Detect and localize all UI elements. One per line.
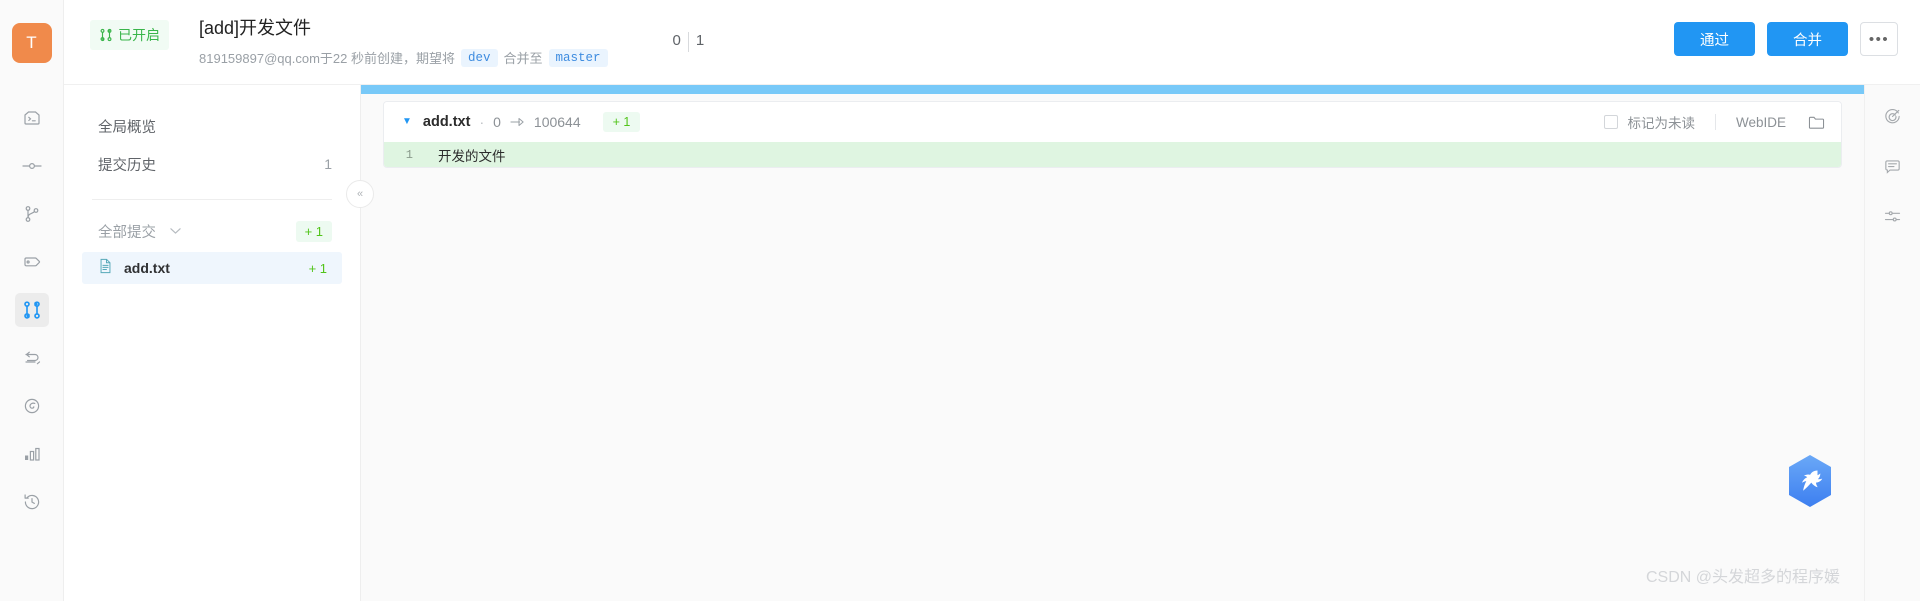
horizontal-scrollbar[interactable] xyxy=(361,85,1864,94)
release-icon xyxy=(22,396,42,416)
all-commits-label: 全部提交 xyxy=(98,224,156,241)
rail-item-statistics[interactable] xyxy=(15,437,49,471)
page-title: [add]开发文件 xyxy=(199,18,312,38)
rail-item-history[interactable] xyxy=(15,485,49,519)
compare-icon xyxy=(22,348,42,368)
right-icon-rail xyxy=(1864,85,1920,601)
hummingbird-badge-icon[interactable] xyxy=(1784,453,1836,509)
diff-additions-badge: + 1 xyxy=(602,112,641,132)
history-icon xyxy=(22,492,42,512)
status-badge-label: 已开启 xyxy=(118,27,160,43)
review-counts: 0 1 xyxy=(666,14,712,52)
webide-button[interactable]: WebIDE xyxy=(1736,115,1786,130)
diff-card: ▼ add.txt · 0 100644 + 1 标记为未读 WebIDE 1 … xyxy=(383,101,1842,168)
mark-unread-label[interactable]: 标记为未读 xyxy=(1627,112,1695,132)
diff-line-added: 1 开发的文件 xyxy=(384,142,1841,167)
commit-line-icon xyxy=(21,156,43,176)
diff-content-area: ▼ add.txt · 0 100644 + 1 标记为未读 WebIDE 1 … xyxy=(361,85,1864,601)
approve-button[interactable]: 通过 xyxy=(1674,22,1755,56)
merge-button[interactable]: 合并 xyxy=(1767,22,1848,56)
statistics-icon xyxy=(22,444,42,464)
rail-item-tags[interactable] xyxy=(15,245,49,279)
comment-icon xyxy=(1883,157,1902,181)
rail-item-comments[interactable] xyxy=(1883,157,1902,181)
icon-rail xyxy=(0,85,64,601)
pr-subtitle: 819159897@qq.com于22 秒前创建，期望将 dev 合并至 mas… xyxy=(199,48,614,67)
sidebar-item-commit-history-label: 提交历史 xyxy=(98,157,156,174)
watermark: CSDN @头发超多的程序媛 xyxy=(1645,569,1840,586)
workspace-logo-cell[interactable]: T xyxy=(0,0,64,85)
pr-sub-prefix: 819159897@qq.com于22 秒前创建，期望将 xyxy=(199,51,455,66)
sidebar-file-name: add.txt xyxy=(124,260,170,276)
merge-request-icon xyxy=(99,28,113,42)
diff-file-header: ▼ add.txt · 0 100644 + 1 标记为未读 WebIDE xyxy=(384,102,1841,142)
diff-header-divider xyxy=(1714,114,1716,130)
diff-line-number: 1 xyxy=(405,147,413,162)
terminal-icon xyxy=(22,108,42,128)
diff-mode-old: 0 xyxy=(493,114,501,130)
diff-line-text: 开发的文件 xyxy=(438,148,506,164)
sidebar-file-item[interactable]: add.txt + 1 xyxy=(82,252,342,284)
body-row: 全局概览 提交历史 1 全部提交 + 1 add.txt + 1 « ▼ add… xyxy=(0,85,1920,601)
tag-icon xyxy=(22,252,42,272)
file-text-icon xyxy=(98,258,113,279)
chevron-down-icon[interactable] xyxy=(170,223,181,239)
sidebar-item-commit-history[interactable]: 提交历史 1 xyxy=(64,145,360,183)
rail-item-releases[interactable] xyxy=(15,389,49,423)
all-commits-delta: + 1 xyxy=(295,220,332,242)
collapse-diff-caret-icon[interactable]: ▼ xyxy=(402,117,412,127)
diff-file-name: add.txt xyxy=(422,114,471,130)
sidenav-divider xyxy=(92,199,332,200)
settings-sliders-icon xyxy=(1883,207,1902,231)
collapse-sidebar-button[interactable]: « xyxy=(346,180,374,208)
commit-history-count: 1 xyxy=(324,156,332,172)
sidebar-item-overview[interactable]: 全局概览 xyxy=(64,107,360,145)
sidenav: 全局概览 提交历史 1 全部提交 + 1 add.txt + 1 « xyxy=(64,85,374,601)
target-branch-chip[interactable]: master xyxy=(548,48,608,67)
header-main: 已开启 [add]开发文件 819159897@qq.com于22 秒前创建，期… xyxy=(64,0,1920,67)
count-left: 0 xyxy=(672,32,681,49)
workspace-logo: T xyxy=(11,22,52,63)
rail-item-settings[interactable] xyxy=(1883,207,1902,231)
diff-mode-new: 100644 xyxy=(533,114,581,130)
branch-icon xyxy=(22,204,42,224)
more-options-button[interactable]: ••• xyxy=(1860,22,1898,56)
rail-item-merge-requests[interactable] xyxy=(14,293,49,327)
rail-item-branches[interactable] xyxy=(15,197,49,231)
merge-request-icon xyxy=(22,300,42,320)
all-commits-group-header[interactable]: 全部提交 + 1 xyxy=(64,210,360,252)
status-badge: 已开启 xyxy=(90,20,169,50)
mark-unread-checkbox[interactable] xyxy=(1604,115,1619,129)
rail-item-commits[interactable] xyxy=(15,149,49,183)
pr-title-block: [add]开发文件 819159897@qq.com于22 秒前创建，期望将 d… xyxy=(199,14,614,67)
rail-item-target[interactable] xyxy=(1883,107,1902,131)
arrow-right-icon xyxy=(510,116,525,128)
diff-dot-separator: · xyxy=(479,114,485,130)
app-root: T 已开启 [add]开发文件 819159897@qq.com于22 秒前创建… xyxy=(0,0,1920,601)
page-header: T 已开启 [add]开发文件 819159897@qq.com于22 秒前创建… xyxy=(0,0,1920,85)
target-icon xyxy=(1883,107,1902,131)
count-right: 1 xyxy=(695,32,705,49)
source-branch-chip[interactable]: dev xyxy=(460,48,498,67)
pr-sub-middle: 合并至 xyxy=(503,51,543,66)
sidebar-item-overview-label: 全局概览 xyxy=(98,119,156,136)
rail-item-compare[interactable] xyxy=(15,341,49,375)
sidebar-file-delta: + 1 xyxy=(308,260,327,276)
rail-item-terminal[interactable] xyxy=(15,101,49,135)
header-actions: 通过 合并 ••• xyxy=(1674,22,1898,56)
folder-icon[interactable] xyxy=(1808,115,1825,130)
